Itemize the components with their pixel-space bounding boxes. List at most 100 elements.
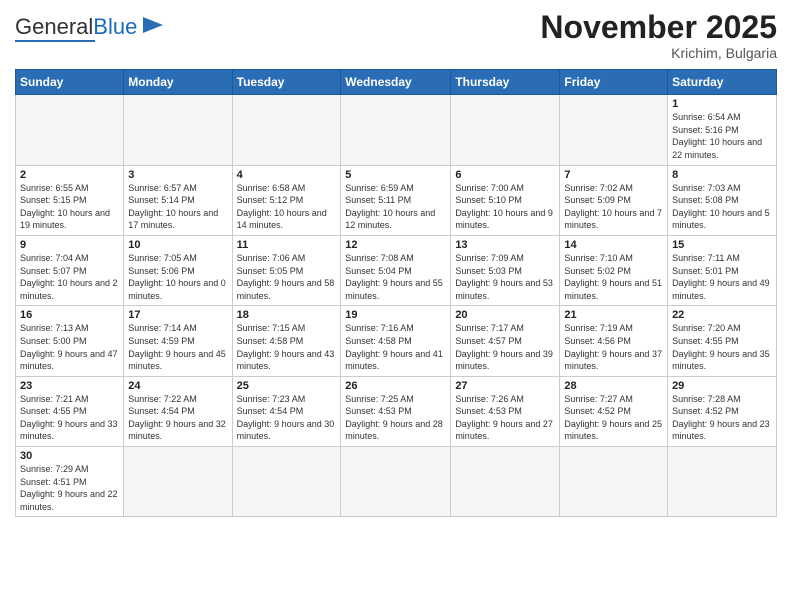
day-info: Sunrise: 7:17 AM Sunset: 4:57 PM Dayligh… xyxy=(455,322,555,372)
day-info: Sunrise: 7:00 AM Sunset: 5:10 PM Dayligh… xyxy=(455,182,555,232)
day-number: 6 xyxy=(455,169,555,181)
table-row: 19Sunrise: 7:16 AM Sunset: 4:58 PM Dayli… xyxy=(341,306,451,376)
day-info: Sunrise: 7:28 AM Sunset: 4:52 PM Dayligh… xyxy=(672,393,772,443)
table-row: 24Sunrise: 7:22 AM Sunset: 4:54 PM Dayli… xyxy=(124,376,232,446)
table-row xyxy=(124,447,232,517)
table-row xyxy=(668,447,777,517)
day-info: Sunrise: 7:06 AM Sunset: 5:05 PM Dayligh… xyxy=(237,252,337,302)
table-row: 10Sunrise: 7:05 AM Sunset: 5:06 PM Dayli… xyxy=(124,235,232,305)
table-row: 27Sunrise: 7:26 AM Sunset: 4:53 PM Dayli… xyxy=(451,376,560,446)
day-number: 12 xyxy=(345,239,446,251)
day-number: 13 xyxy=(455,239,555,251)
month-title: November 2025 xyxy=(540,10,777,45)
day-number: 15 xyxy=(672,239,772,251)
day-number: 11 xyxy=(237,239,337,251)
table-row xyxy=(341,95,451,165)
day-info: Sunrise: 7:20 AM Sunset: 4:55 PM Dayligh… xyxy=(672,322,772,372)
table-row xyxy=(451,447,560,517)
table-row xyxy=(124,95,232,165)
day-info: Sunrise: 7:03 AM Sunset: 5:08 PM Dayligh… xyxy=(672,182,772,232)
day-info: Sunrise: 7:15 AM Sunset: 4:58 PM Dayligh… xyxy=(237,322,337,372)
table-row: 25Sunrise: 7:23 AM Sunset: 4:54 PM Dayli… xyxy=(232,376,341,446)
table-row: 1Sunrise: 6:54 AM Sunset: 5:16 PM Daylig… xyxy=(668,95,777,165)
table-row: 13Sunrise: 7:09 AM Sunset: 5:03 PM Dayli… xyxy=(451,235,560,305)
table-row: 21Sunrise: 7:19 AM Sunset: 4:56 PM Dayli… xyxy=(560,306,668,376)
logo: GeneralBlue xyxy=(15,15,167,42)
day-info: Sunrise: 7:27 AM Sunset: 4:52 PM Dayligh… xyxy=(564,393,663,443)
day-info: Sunrise: 7:16 AM Sunset: 4:58 PM Dayligh… xyxy=(345,322,446,372)
table-row: 15Sunrise: 7:11 AM Sunset: 5:01 PM Dayli… xyxy=(668,235,777,305)
table-row: 18Sunrise: 7:15 AM Sunset: 4:58 PM Dayli… xyxy=(232,306,341,376)
day-number: 30 xyxy=(20,450,119,462)
day-info: Sunrise: 7:14 AM Sunset: 4:59 PM Dayligh… xyxy=(128,322,227,372)
day-info: Sunrise: 7:09 AM Sunset: 5:03 PM Dayligh… xyxy=(455,252,555,302)
logo-icon xyxy=(139,11,167,39)
day-info: Sunrise: 7:11 AM Sunset: 5:01 PM Dayligh… xyxy=(672,252,772,302)
table-row: 30Sunrise: 7:29 AM Sunset: 4:51 PM Dayli… xyxy=(16,447,124,517)
table-row: 5Sunrise: 6:59 AM Sunset: 5:11 PM Daylig… xyxy=(341,165,451,235)
table-row xyxy=(16,95,124,165)
table-row: 7Sunrise: 7:02 AM Sunset: 5:09 PM Daylig… xyxy=(560,165,668,235)
table-row xyxy=(232,95,341,165)
day-info: Sunrise: 7:05 AM Sunset: 5:06 PM Dayligh… xyxy=(128,252,227,302)
day-number: 9 xyxy=(20,239,119,251)
day-info: Sunrise: 7:02 AM Sunset: 5:09 PM Dayligh… xyxy=(564,182,663,232)
table-row: 20Sunrise: 7:17 AM Sunset: 4:57 PM Dayli… xyxy=(451,306,560,376)
day-number: 19 xyxy=(345,309,446,321)
day-number: 7 xyxy=(564,169,663,181)
table-row: 22Sunrise: 7:20 AM Sunset: 4:55 PM Dayli… xyxy=(668,306,777,376)
day-info: Sunrise: 7:25 AM Sunset: 4:53 PM Dayligh… xyxy=(345,393,446,443)
table-row: 29Sunrise: 7:28 AM Sunset: 4:52 PM Dayli… xyxy=(668,376,777,446)
table-row xyxy=(341,447,451,517)
day-info: Sunrise: 7:29 AM Sunset: 4:51 PM Dayligh… xyxy=(20,463,119,513)
day-number: 18 xyxy=(237,309,337,321)
header: GeneralBlue November 2025 Krichim, Bulga… xyxy=(15,10,777,61)
table-row: 4Sunrise: 6:58 AM Sunset: 5:12 PM Daylig… xyxy=(232,165,341,235)
day-info: Sunrise: 6:59 AM Sunset: 5:11 PM Dayligh… xyxy=(345,182,446,232)
day-number: 8 xyxy=(672,169,772,181)
table-row: 6Sunrise: 7:00 AM Sunset: 5:10 PM Daylig… xyxy=(451,165,560,235)
header-wednesday: Wednesday xyxy=(341,70,451,95)
day-info: Sunrise: 7:22 AM Sunset: 4:54 PM Dayligh… xyxy=(128,393,227,443)
table-row: 12Sunrise: 7:08 AM Sunset: 5:04 PM Dayli… xyxy=(341,235,451,305)
day-number: 29 xyxy=(672,380,772,392)
day-number: 20 xyxy=(455,309,555,321)
calendar: Sunday Monday Tuesday Wednesday Thursday… xyxy=(15,69,777,517)
day-number: 1 xyxy=(672,98,772,110)
header-sunday: Sunday xyxy=(16,70,124,95)
header-monday: Monday xyxy=(124,70,232,95)
page: GeneralBlue November 2025 Krichim, Bulga… xyxy=(0,0,792,612)
table-row: 23Sunrise: 7:21 AM Sunset: 4:55 PM Dayli… xyxy=(16,376,124,446)
table-row xyxy=(232,447,341,517)
table-row: 17Sunrise: 7:14 AM Sunset: 4:59 PM Dayli… xyxy=(124,306,232,376)
day-number: 2 xyxy=(20,169,119,181)
day-number: 22 xyxy=(672,309,772,321)
day-number: 5 xyxy=(345,169,446,181)
location: Krichim, Bulgaria xyxy=(540,45,777,61)
day-info: Sunrise: 7:23 AM Sunset: 4:54 PM Dayligh… xyxy=(237,393,337,443)
day-info: Sunrise: 7:04 AM Sunset: 5:07 PM Dayligh… xyxy=(20,252,119,302)
title-section: November 2025 Krichim, Bulgaria xyxy=(540,10,777,61)
table-row: 28Sunrise: 7:27 AM Sunset: 4:52 PM Dayli… xyxy=(560,376,668,446)
header-tuesday: Tuesday xyxy=(232,70,341,95)
day-number: 28 xyxy=(564,380,663,392)
day-number: 17 xyxy=(128,309,227,321)
table-row: 14Sunrise: 7:10 AM Sunset: 5:02 PM Dayli… xyxy=(560,235,668,305)
day-info: Sunrise: 7:26 AM Sunset: 4:53 PM Dayligh… xyxy=(455,393,555,443)
header-thursday: Thursday xyxy=(451,70,560,95)
table-row: 9Sunrise: 7:04 AM Sunset: 5:07 PM Daylig… xyxy=(16,235,124,305)
header-friday: Friday xyxy=(560,70,668,95)
table-row: 3Sunrise: 6:57 AM Sunset: 5:14 PM Daylig… xyxy=(124,165,232,235)
day-number: 27 xyxy=(455,380,555,392)
day-number: 26 xyxy=(345,380,446,392)
day-number: 21 xyxy=(564,309,663,321)
day-info: Sunrise: 7:21 AM Sunset: 4:55 PM Dayligh… xyxy=(20,393,119,443)
day-info: Sunrise: 6:58 AM Sunset: 5:12 PM Dayligh… xyxy=(237,182,337,232)
day-number: 4 xyxy=(237,169,337,181)
table-row xyxy=(560,447,668,517)
day-info: Sunrise: 6:57 AM Sunset: 5:14 PM Dayligh… xyxy=(128,182,227,232)
header-saturday: Saturday xyxy=(668,70,777,95)
table-row xyxy=(560,95,668,165)
day-info: Sunrise: 7:10 AM Sunset: 5:02 PM Dayligh… xyxy=(564,252,663,302)
table-row: 11Sunrise: 7:06 AM Sunset: 5:05 PM Dayli… xyxy=(232,235,341,305)
